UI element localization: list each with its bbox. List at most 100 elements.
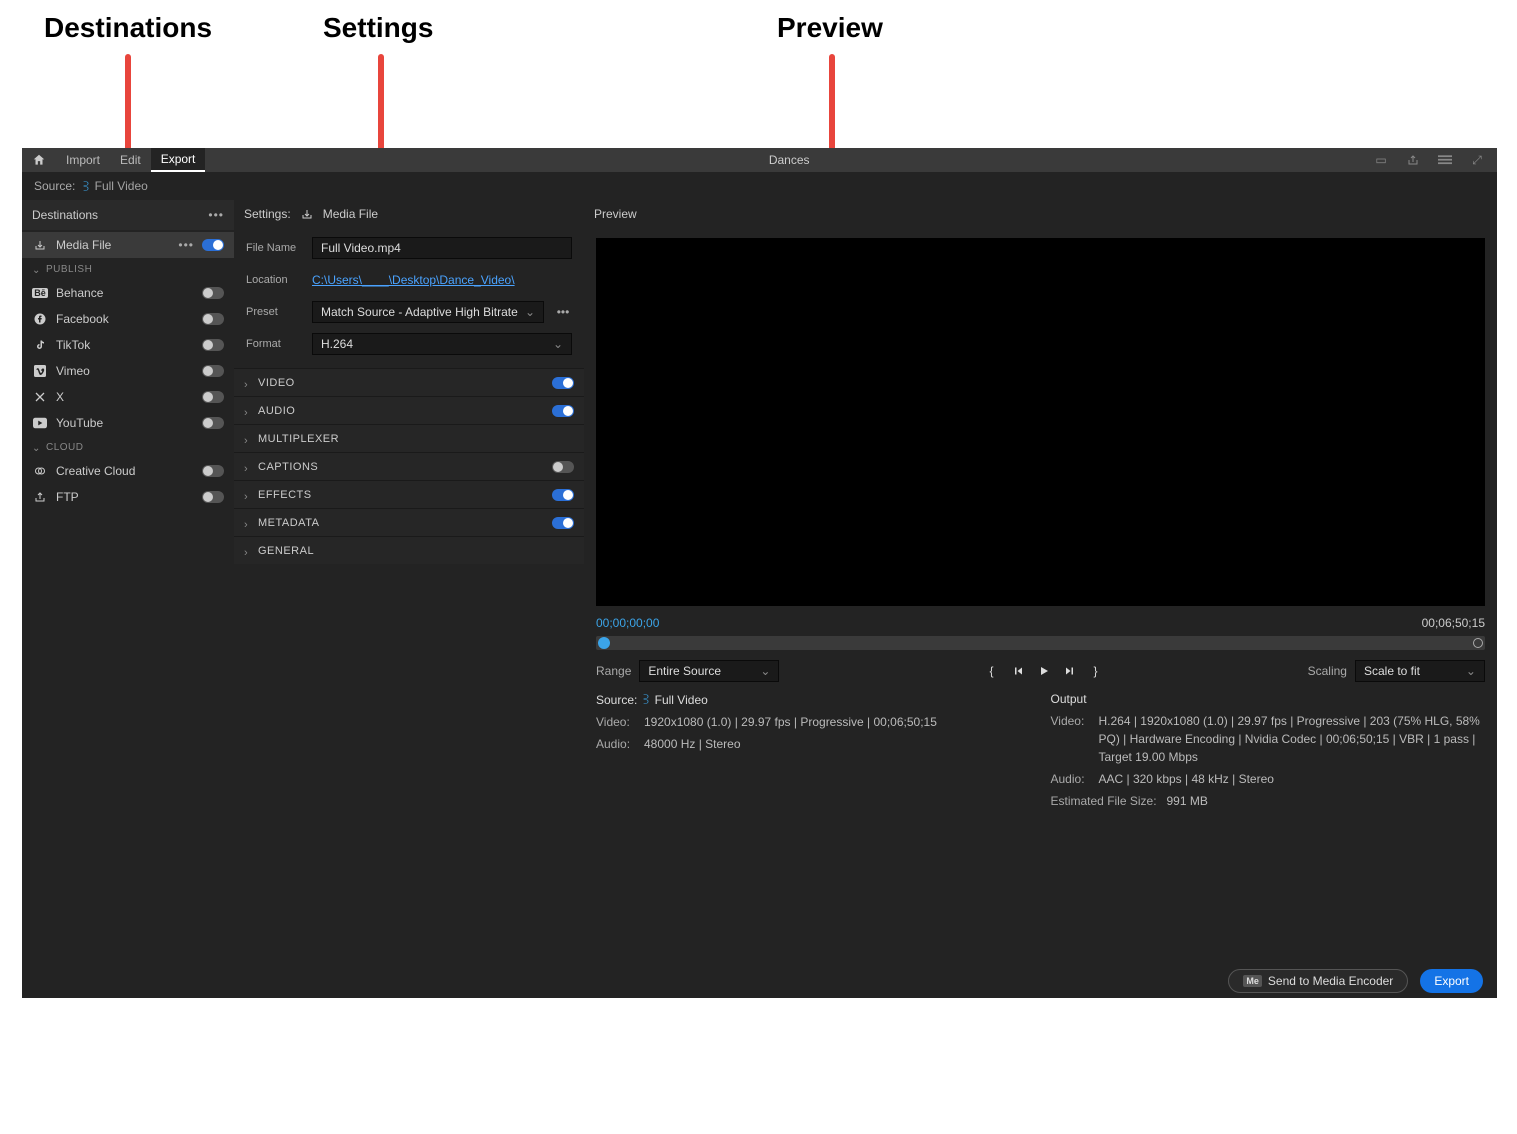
dest-youtube-toggle[interactable]: [202, 417, 224, 429]
preset-select[interactable]: Match Source - Adaptive High Bitrate ⌄: [312, 301, 544, 323]
dest-ftp-toggle[interactable]: [202, 491, 224, 503]
group-effects[interactable]: EFFECTS: [234, 480, 584, 508]
summary-audio-key: Audio:: [596, 735, 638, 753]
facebook-icon: [32, 311, 48, 327]
preset-more-button[interactable]: •••: [554, 305, 572, 319]
group-captions[interactable]: CAPTIONS: [234, 452, 584, 480]
out-marker[interactable]: [1473, 638, 1483, 648]
section-cloud[interactable]: CLOUD: [22, 436, 234, 458]
tab-export[interactable]: Export: [151, 148, 206, 172]
dest-cc-toggle[interactable]: [202, 465, 224, 477]
label-preset: Preset: [246, 306, 302, 318]
group-metadata-toggle[interactable]: [552, 517, 574, 529]
dest-youtube-label: YouTube: [56, 416, 194, 430]
destinations-list: Media File ••• PUBLISH Bē Behance Facebo…: [22, 230, 234, 512]
dest-vimeo[interactable]: Vimeo: [22, 358, 234, 384]
section-publish[interactable]: PUBLISH: [22, 258, 234, 280]
group-video-label: VIDEO: [258, 377, 295, 389]
group-audio[interactable]: AUDIO: [234, 396, 584, 424]
group-multiplexer[interactable]: MULTIPLEXER: [234, 424, 584, 452]
dest-media-file[interactable]: Media File •••: [22, 232, 234, 258]
send-to-media-encoder-button[interactable]: Me Send to Media Encoder: [1228, 969, 1408, 993]
menu-icon[interactable]: [1437, 152, 1453, 168]
group-video-toggle[interactable]: [552, 377, 574, 389]
group-effects-toggle[interactable]: [552, 489, 574, 501]
summary-output-estimate: Estimated File Size: 991 MB: [1051, 792, 1486, 810]
vimeo-icon: [32, 363, 48, 379]
timeline-track[interactable]: [596, 636, 1485, 650]
group-metadata[interactable]: METADATA: [234, 508, 584, 536]
summary: Source: ⫖ Full Video Video: 1920x1080 (1…: [584, 692, 1497, 822]
summary-output: Output Video: H.264 | 1920x1080 (1.0) | …: [1051, 692, 1486, 814]
home-icon[interactable]: [22, 153, 56, 167]
preview-panel: Preview 00;00;00;00 00;06;50;15 Range: [584, 200, 1497, 964]
scaling-select[interactable]: Scale to fit ⌄: [1355, 660, 1485, 682]
dest-media-file-menu[interactable]: •••: [178, 238, 194, 252]
chevron-right-icon: [244, 379, 252, 387]
settings-groups: VIDEO AUDIO MULTIPLEXER CAPTIONS EFFECTS: [234, 368, 584, 964]
group-captions-label: CAPTIONS: [258, 461, 318, 473]
dest-creative-cloud[interactable]: Creative Cloud: [22, 458, 234, 484]
chevron-right-icon: [244, 519, 252, 527]
fullscreen-icon[interactable]: ⤢: [1469, 152, 1485, 168]
source-clip[interactable]: ⫖ Full Video: [83, 179, 147, 194]
scaling-control: Scaling Scale to fit ⌄: [1308, 660, 1485, 682]
format-select[interactable]: H.264 ⌄: [312, 333, 572, 355]
destinations-header: Destinations •••: [22, 200, 234, 230]
dest-ftp[interactable]: FTP: [22, 484, 234, 510]
mark-in-button[interactable]: {: [984, 663, 1000, 679]
dest-youtube[interactable]: YouTube: [22, 410, 234, 436]
source-clip-name: Full Video: [95, 179, 148, 193]
summary-source-audio-val: 48000 Hz | Stereo: [644, 735, 1031, 753]
youtube-icon: [32, 415, 48, 431]
row-location: Location C:\Users\____\Desktop\Dance_Vid…: [246, 264, 572, 296]
workspace-icon[interactable]: ▭: [1373, 152, 1389, 168]
section-publish-label: PUBLISH: [46, 264, 92, 275]
annotation-destinations: Destinations: [44, 12, 212, 44]
group-audio-toggle[interactable]: [552, 405, 574, 417]
sequence-icon: ⫖: [83, 179, 88, 194]
play-button[interactable]: [1036, 663, 1052, 679]
frame-back-button[interactable]: [1010, 663, 1026, 679]
dest-x-toggle[interactable]: [202, 391, 224, 403]
share-icon[interactable]: [1405, 152, 1421, 168]
dest-tiktok-toggle[interactable]: [202, 339, 224, 351]
dest-x[interactable]: X: [22, 384, 234, 410]
group-general[interactable]: GENERAL: [234, 536, 584, 564]
export-button[interactable]: Export: [1420, 969, 1483, 993]
frame-forward-button[interactable]: [1062, 663, 1078, 679]
range-label: Range: [596, 664, 631, 678]
group-multiplexer-label: MULTIPLEXER: [258, 433, 339, 445]
filename-input[interactable]: [312, 237, 572, 259]
group-video[interactable]: VIDEO: [234, 368, 584, 396]
dest-behance-label: Behance: [56, 286, 194, 300]
time-in[interactable]: 00;00;00;00: [596, 616, 659, 630]
settings-header: Settings: Media File: [234, 200, 584, 228]
dest-facebook[interactable]: Facebook: [22, 306, 234, 332]
settings-title: Settings:: [244, 207, 291, 221]
dest-behance-toggle[interactable]: [202, 287, 224, 299]
preview-canvas[interactable]: [596, 238, 1485, 606]
dest-behance[interactable]: Bē Behance: [22, 280, 234, 306]
summary-output-audio-val: AAC | 320 kbps | 48 kHz | Stereo: [1099, 770, 1486, 788]
group-captions-toggle[interactable]: [552, 461, 574, 473]
chevron-down-icon: ⌄: [525, 305, 535, 319]
dest-media-file-toggle[interactable]: [202, 239, 224, 251]
dest-facebook-toggle[interactable]: [202, 313, 224, 325]
dest-vimeo-toggle[interactable]: [202, 365, 224, 377]
playhead[interactable]: [598, 637, 610, 649]
tab-import[interactable]: Import: [56, 148, 110, 172]
annotation-preview: Preview: [777, 12, 883, 44]
source-label: Source:: [34, 179, 75, 193]
location-link[interactable]: C:\Users\____\Desktop\Dance_Video\: [312, 273, 515, 287]
dest-tiktok[interactable]: TikTok: [22, 332, 234, 358]
project-title: Dances: [205, 153, 1373, 167]
range-control: Range Entire Source ⌄: [596, 660, 779, 682]
time-out[interactable]: 00;06;50;15: [1422, 616, 1485, 630]
source-bar: Source: ⫖ Full Video: [22, 172, 1497, 200]
range-select[interactable]: Entire Source ⌄: [639, 660, 779, 682]
mark-out-button[interactable]: }: [1088, 663, 1104, 679]
format-value: H.264: [321, 337, 353, 351]
tab-edit[interactable]: Edit: [110, 148, 151, 172]
destinations-menu-button[interactable]: •••: [208, 208, 224, 222]
